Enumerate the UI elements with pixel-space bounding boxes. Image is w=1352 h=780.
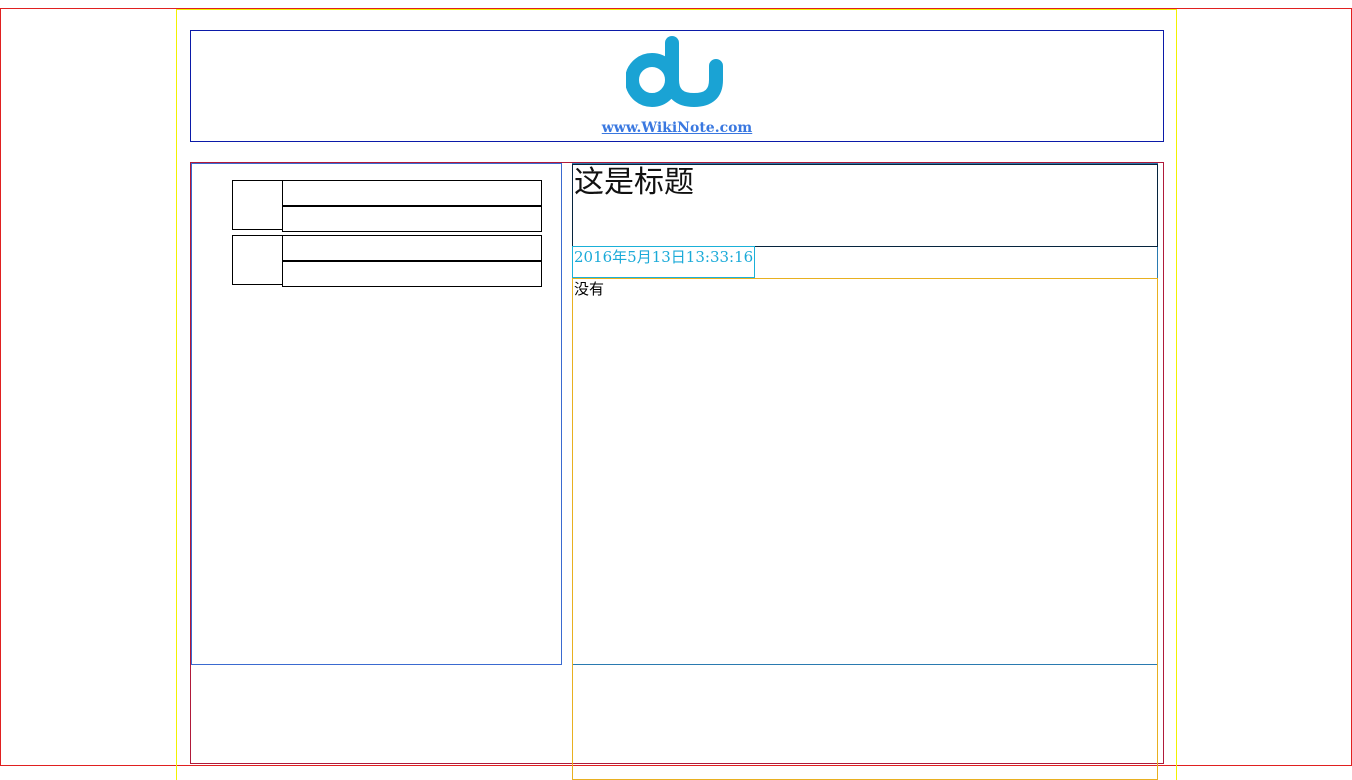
list-item-title[interactable] (282, 180, 542, 206)
du-logo-icon[interactable] (626, 33, 731, 113)
list-item-thumbnail[interactable] (232, 180, 283, 230)
article-date: 2016年5月13日13:33:16 (574, 248, 754, 266)
article-content-box: 没有 (572, 278, 1158, 780)
site-header: www.WikiNote.com (190, 30, 1164, 142)
list-item-title[interactable] (282, 235, 542, 261)
article-date-box: 2016年5月13日13:33:16 (572, 246, 755, 278)
list-item[interactable] (232, 235, 542, 287)
list-item[interactable] (232, 180, 542, 232)
article-content: 没有 (574, 280, 605, 298)
article-title-box: 这是标题 (572, 164, 1158, 247)
article-title: 这是标题 (574, 165, 694, 200)
list-item-subtitle[interactable] (282, 261, 542, 287)
list-item-thumbnail[interactable] (232, 235, 283, 285)
list-item-subtitle[interactable] (282, 206, 542, 232)
site-url-link[interactable]: www.WikiNote.com (191, 120, 1163, 136)
article-list-panel (191, 163, 562, 665)
